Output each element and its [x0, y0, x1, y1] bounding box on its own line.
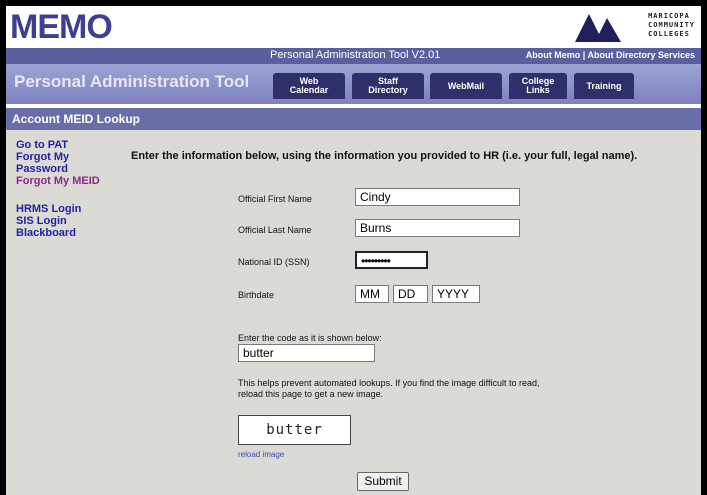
tab-bar: Personal Administration Tool Web Calenda… — [6, 64, 701, 104]
birth-month-field[interactable]: MM — [355, 285, 389, 303]
sidebar-item-forgot-meid[interactable]: Forgot My MEID — [16, 175, 126, 187]
college-line-2: COMMUNITY — [648, 21, 695, 29]
memo-logo[interactable]: MEMO — [10, 8, 113, 47]
tab-web-calendar[interactable]: Web Calendar — [273, 73, 345, 99]
reload-image-link[interactable]: reload image — [238, 450, 284, 459]
about-memo-link[interactable]: About Memo — [526, 50, 581, 60]
birth-year-field[interactable]: YYYY — [432, 285, 480, 303]
last-name-label: Official Last Name — [238, 225, 312, 235]
college-line-3: COLLEGES — [648, 30, 690, 38]
version-text: Personal Administration Tool V2.01 — [270, 49, 441, 61]
birth-day-field[interactable]: DD — [393, 285, 428, 303]
captcha-code-field[interactable]: butter — [238, 344, 375, 362]
sidebar-item-hrms-login[interactable]: HRMS Login — [16, 203, 126, 215]
ssn-field[interactable]: ••••••••• — [355, 251, 428, 269]
browser-viewport: MEMO MARICOPA COMMUNITY COLLEGES Persona… — [6, 6, 701, 495]
sidebar-item-sis-login[interactable]: SIS Login — [16, 215, 126, 227]
first-name-label: Official First Name — [238, 194, 312, 204]
top-nav-bar: Personal Administration Tool V2.01 About… — [6, 48, 701, 64]
header: MEMO MARICOPA COMMUNITY COLLEGES — [6, 6, 701, 48]
code-prompt: Enter the code as it is shown below: — [238, 333, 382, 343]
first-name-field[interactable]: Cindy — [355, 188, 520, 206]
captcha-image: butter — [238, 415, 351, 445]
top-links: About Memo | About Directory Services — [526, 50, 695, 60]
help-text-line-2: reload this page to get a new image. — [238, 389, 384, 399]
submit-button[interactable]: Submit — [357, 472, 409, 491]
section-title-bar: Account MEID Lookup — [6, 108, 701, 130]
maricopa-logo[interactable]: MARICOPA COMMUNITY COLLEGES — [575, 12, 695, 42]
intro-text: Enter the information below, using the i… — [131, 150, 638, 162]
tab-college-links[interactable]: College Links — [509, 73, 567, 99]
tab-training[interactable]: Training — [574, 73, 634, 99]
tab-staff-directory[interactable]: Staff Directory — [352, 73, 424, 99]
sidebar-item-forgot-password[interactable]: Forgot My Password — [16, 151, 86, 175]
sidebar: Go to PAT Forgot My Password Forgot My M… — [16, 139, 126, 239]
birthdate-label: Birthdate — [238, 290, 275, 300]
link-separator: | — [582, 50, 586, 60]
tab-webmail[interactable]: WebMail — [430, 73, 502, 99]
about-directory-link[interactable]: About Directory Services — [587, 50, 695, 60]
app-title: Personal Administration Tool — [14, 72, 250, 91]
college-name: MARICOPA COMMUNITY COLLEGES — [648, 12, 695, 39]
ssn-label: National ID (SSN) — [238, 257, 310, 267]
sidebar-item-go-to-pat[interactable]: Go to PAT — [16, 139, 126, 151]
last-name-field[interactable]: Burns — [355, 219, 520, 237]
sidebar-item-blackboard[interactable]: Blackboard — [16, 227, 126, 239]
mountain-logo-icon — [575, 14, 621, 42]
section-title: Account MEID Lookup — [12, 112, 140, 126]
college-line-1: MARICOPA — [648, 12, 690, 20]
help-text-line-1: This helps prevent automated lookups. If… — [238, 378, 540, 388]
